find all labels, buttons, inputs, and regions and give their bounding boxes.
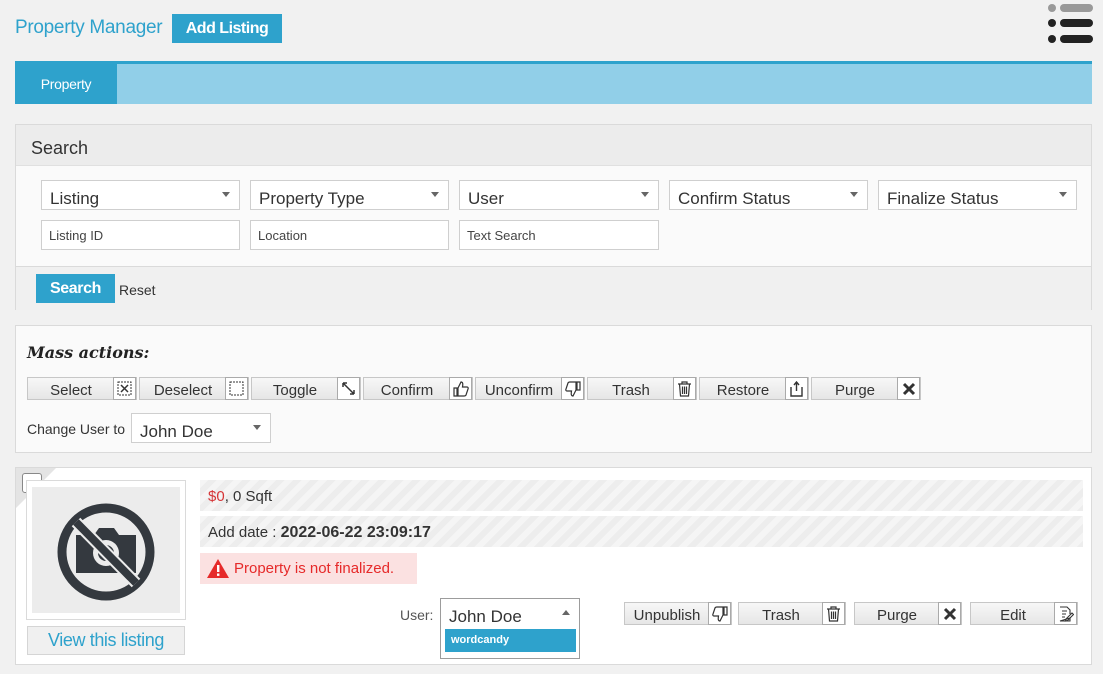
add-listing-button[interactable]: Add Listing [172,14,282,43]
mass-actions-title: Mass actions: [27,343,149,362]
tab-bar: Property [15,61,1092,104]
purge-x-icon [897,377,920,400]
price-area-row: $0, 0 Sqft [200,480,1083,511]
listing-select[interactable]: Listing [41,180,240,210]
toggle-button[interactable]: Toggle [251,377,361,400]
tab-property[interactable]: Property [15,64,117,104]
confirm-button[interactable]: Confirm [363,377,473,400]
deselect-button[interactable]: Deselect [139,377,249,400]
change-user-select[interactable]: John Doe [131,413,271,443]
restore-icon [785,377,808,400]
add-date-label: Add date : [208,524,281,541]
deselect-icon [225,377,248,400]
chevron-down-icon [253,425,261,430]
select-all-icon [113,377,136,400]
purge-button[interactable]: Purge [811,377,921,400]
toggle-icon [337,377,360,400]
add-date-row: Add date : 2022-06-22 23:09:17 [200,516,1083,547]
chevron-down-icon [222,192,230,197]
chevron-down-icon [1059,192,1067,197]
not-finalized-warning: Property is not finalized. [200,553,417,584]
view-listing-button[interactable]: View this listing [27,626,185,655]
listing-trash-button[interactable]: Trash [738,602,846,625]
chevron-down-icon [641,192,649,197]
text-search-input[interactable] [459,220,659,250]
listing-card: View this listing $0, 0 Sqft Add date : … [15,467,1092,665]
add-date-value: 2022-06-22 23:09:17 [281,524,431,541]
unconfirm-button[interactable]: Unconfirm [475,377,585,400]
listing-purge-button[interactable]: Purge [854,602,962,625]
user-select[interactable]: User [459,180,659,210]
chevron-down-icon [431,192,439,197]
edit-icon [1054,602,1077,625]
thumbs-down-icon [561,377,584,400]
restore-button[interactable]: Restore [699,377,809,400]
warning-icon [207,559,229,578]
unpublish-button[interactable]: Unpublish [624,602,732,625]
area-value: , 0 Sqft [225,488,273,505]
purge-x-icon [938,602,961,625]
finalize-status-select[interactable]: Finalize Status [878,180,1077,210]
user-label: User: [400,607,433,623]
listing-thumbnail[interactable] [26,480,186,620]
search-button[interactable]: Search [36,274,115,303]
price-value: $0 [208,488,225,505]
no-image-camera-icon [32,487,180,613]
trash-icon [822,602,845,625]
mass-actions-panel: Mass actions: Select Deselect Toggle Con… [15,325,1092,453]
thumbs-up-icon [449,377,472,400]
search-panel-title: Search [16,125,1091,166]
confirm-status-select[interactable]: Confirm Status [669,180,868,210]
listing-id-input[interactable] [41,220,240,250]
reset-button[interactable]: Reset [119,282,156,298]
chevron-up-icon [562,610,570,615]
user-dropdown: wordcandy [440,627,580,659]
thumbs-down-icon [708,602,731,625]
search-footer: Search Reset [16,266,1091,310]
listing-edit-button[interactable]: Edit [970,602,1078,625]
search-panel: Search Listing Property Type User Confir… [15,124,1092,310]
select-button[interactable]: Select [27,377,137,400]
change-user-label: Change User to [27,421,125,437]
trash-button[interactable]: Trash [587,377,697,400]
app-title: Property Manager [15,17,162,39]
listing-user-select[interactable]: John Doe [440,598,580,628]
trash-icon [673,377,696,400]
location-input[interactable] [250,220,449,250]
chevron-down-icon [850,192,858,197]
menu-list-icon[interactable] [1045,2,1097,46]
user-option-wordcandy[interactable]: wordcandy [445,629,576,652]
property-type-select[interactable]: Property Type [250,180,449,210]
